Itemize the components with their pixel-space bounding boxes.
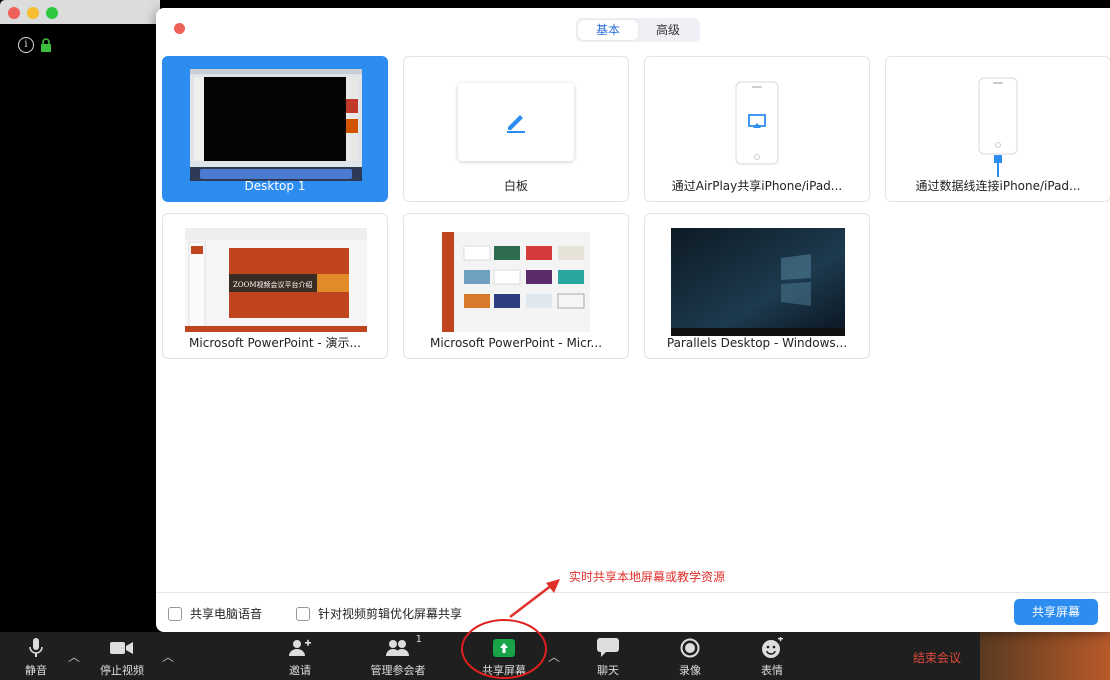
- invite-button[interactable]: 邀请: [284, 634, 316, 678]
- windows-desktop-thumbnail: [671, 228, 845, 336]
- record-icon: [678, 638, 702, 658]
- airplay-icon: [735, 81, 779, 165]
- share-source-powerpoint-1[interactable]: ZOOM视频会议平台介绍 Microsoft PowerPoint - 演示..…: [162, 213, 388, 359]
- share-source-label: Microsoft PowerPoint - 演示...: [189, 336, 361, 350]
- participants-button[interactable]: 1 管理参会者: [366, 634, 430, 678]
- chat-button[interactable]: 聊天: [592, 634, 624, 678]
- stop-video-label: 停止视频: [100, 664, 144, 677]
- share-source-whiteboard[interactable]: 白板: [403, 56, 629, 202]
- reactions-button[interactable]: 表情: [756, 634, 788, 678]
- microphone-icon: [24, 638, 48, 658]
- share-source-label: Desktop 1: [244, 179, 306, 193]
- share-source-parallels[interactable]: Parallels Desktop - Windows...: [644, 213, 870, 359]
- stop-video-button[interactable]: 停止视频: [96, 634, 148, 678]
- tab-advanced[interactable]: 高级: [638, 20, 698, 40]
- share-source-label: Parallels Desktop - Windows...: [666, 336, 848, 350]
- tab-basic[interactable]: 基本: [578, 20, 638, 40]
- window-titlebar: [0, 0, 160, 24]
- invite-label: 邀请: [289, 664, 311, 677]
- powerpoint-templates-thumbnail: [442, 232, 590, 332]
- optimize-video-checkbox[interactable]: 针对视频剪辑优化屏幕共享: [296, 605, 462, 622]
- checkbox-box[interactable]: [296, 606, 310, 621]
- participants-label: 管理参会者: [370, 664, 426, 677]
- mute-button[interactable]: 静音: [20, 634, 52, 678]
- share-screen-icon: [492, 638, 516, 658]
- audio-options-caret-icon[interactable]: ︿: [68, 648, 80, 665]
- close-dialog-button[interactable]: [174, 23, 185, 34]
- annotation-arrow: [509, 579, 560, 618]
- share-source-airplay[interactable]: 通过AirPlay共享iPhone/iPad...: [644, 56, 870, 202]
- chat-bubble-icon: [596, 638, 620, 658]
- record-button[interactable]: 录像: [674, 634, 706, 678]
- cable-phone-icon: [978, 77, 1018, 177]
- mode-segmented-control: 基本 高级: [576, 18, 700, 42]
- checkbox-box[interactable]: [168, 606, 182, 621]
- add-person-icon: [288, 638, 312, 658]
- desktop-screen-thumbnail: [190, 69, 362, 181]
- share-source-desktop-1[interactable]: Desktop 1: [162, 56, 388, 202]
- annotation-text: 实时共享本地屏幕或教学资源: [569, 570, 726, 584]
- share-audio-checkbox[interactable]: 共享电脑语音: [168, 605, 262, 622]
- share-source-label: 白板: [503, 179, 528, 193]
- share-audio-label: 共享电脑语音: [190, 607, 263, 621]
- share-screen-dialog: 基本 高级 Desktop 1 白板 通过AirPlay共享iPhone/iPa…: [156, 8, 1110, 632]
- share-source-label: Microsoft PowerPoint - Micr...: [429, 336, 603, 350]
- smiley-icon: [760, 637, 784, 658]
- end-meeting-button[interactable]: 结束会议: [913, 649, 961, 666]
- encryption-lock-icon: [41, 38, 51, 52]
- meeting-info-icon[interactable]: i: [18, 37, 34, 53]
- share-source-cable[interactable]: 通过数据线连接iPhone/iPad...: [885, 56, 1110, 202]
- optimize-video-label: 针对视频剪辑优化屏幕共享: [318, 607, 463, 621]
- chat-label: 聊天: [597, 664, 619, 677]
- zoom-window-button[interactable]: [46, 7, 58, 19]
- close-window-button[interactable]: [8, 7, 20, 19]
- share-source-powerpoint-2[interactable]: Microsoft PowerPoint - Micr...: [403, 213, 629, 359]
- share-screen-toolbar-button[interactable]: 共享屏幕: [476, 634, 532, 678]
- share-options-caret-icon[interactable]: ︿: [548, 648, 560, 665]
- pencil-icon: [507, 115, 525, 133]
- share-screen-button[interactable]: 共享屏幕: [1014, 599, 1098, 625]
- share-source-label: 通过数据线连接iPhone/iPad...: [915, 179, 1081, 193]
- whiteboard-thumbnail: [458, 83, 574, 161]
- mute-label: 静音: [25, 664, 47, 677]
- video-options-caret-icon[interactable]: ︿: [162, 648, 174, 665]
- participants-count: 1: [415, 634, 422, 645]
- dialog-footer: 共享电脑语音 针对视频剪辑优化屏幕共享 共享屏幕: [156, 592, 1110, 632]
- slide-title-text: ZOOM视频会议平台介绍: [233, 281, 313, 289]
- reactions-label: 表情: [761, 664, 783, 677]
- video-camera-icon: [110, 638, 134, 658]
- meeting-toolbar: 静音 ︿ 停止视频 ︿ 邀请 1 管理参会者 共享屏幕 ︿ 聊天 录像 表情 结…: [0, 632, 980, 680]
- minimize-window-button[interactable]: [27, 7, 39, 19]
- share-screen-toolbar-label: 共享屏幕: [482, 664, 526, 677]
- record-label: 录像: [679, 664, 701, 677]
- share-source-label: 通过AirPlay共享iPhone/iPad...: [671, 179, 843, 193]
- participants-icon: 1: [386, 634, 422, 658]
